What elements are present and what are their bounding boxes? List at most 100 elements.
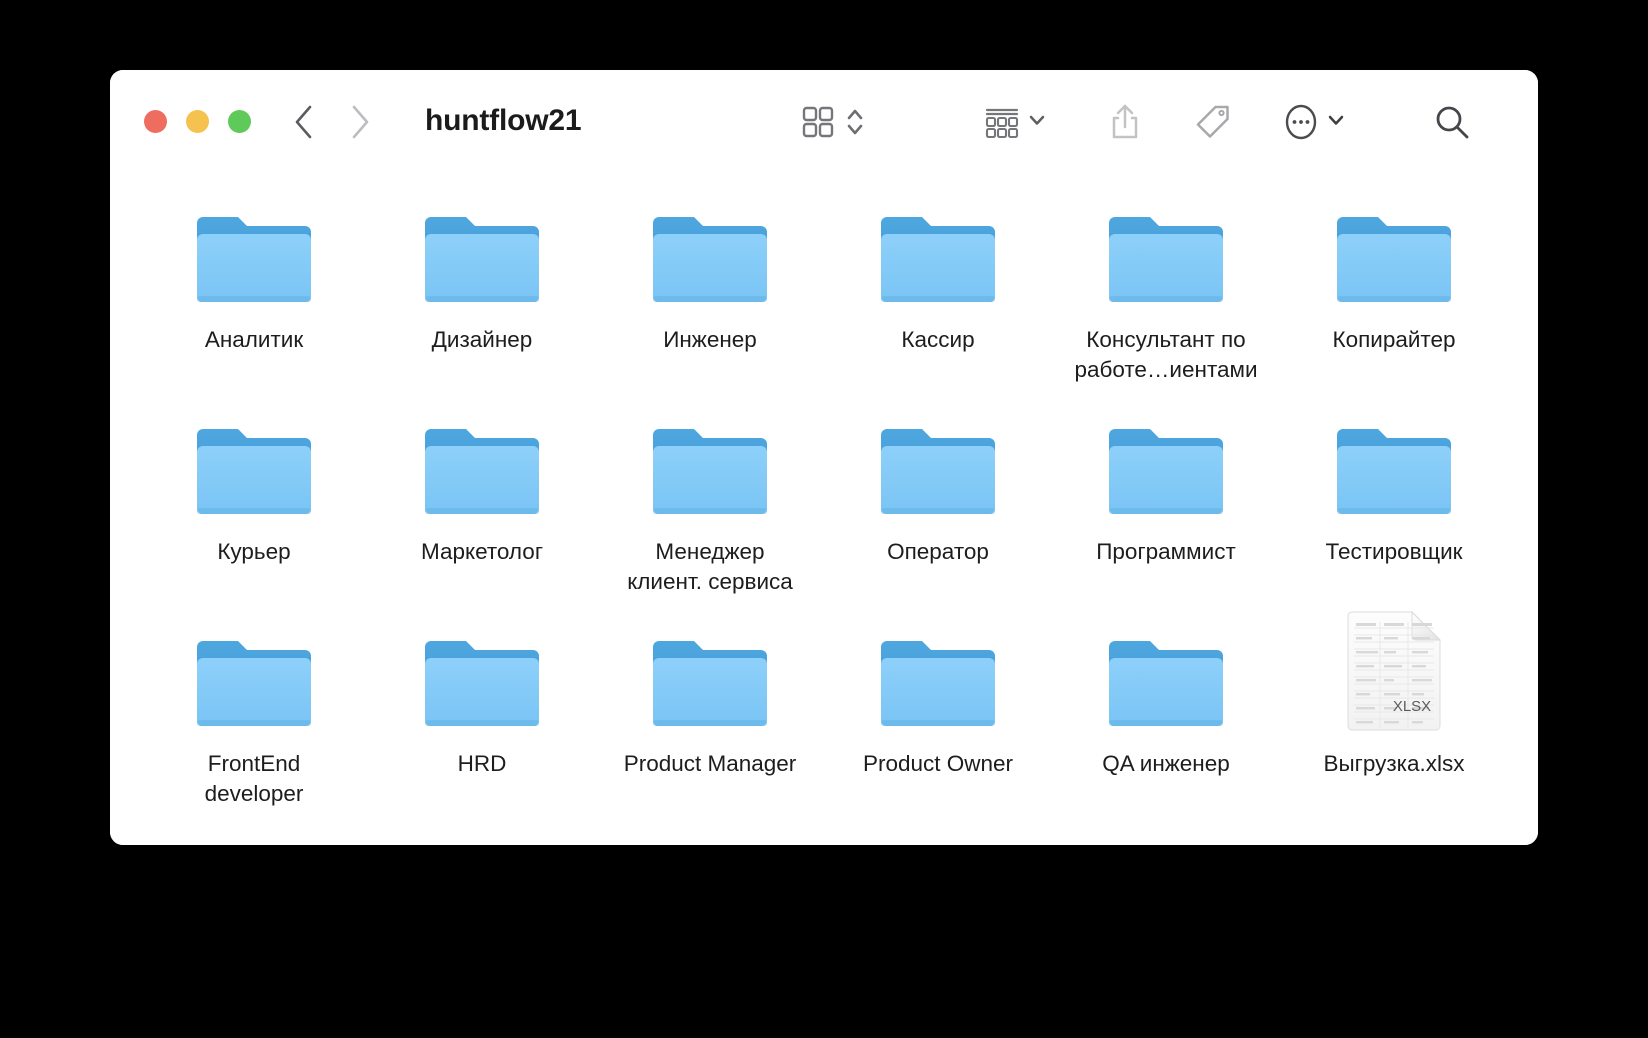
folder-icon <box>1109 217 1223 302</box>
item-label: Дизайнер <box>431 327 533 352</box>
folder-icon <box>425 429 539 514</box>
item-label: HRD <box>457 751 507 776</box>
item-label: Тестировщик <box>1325 539 1463 564</box>
item-label: Кассир <box>901 327 975 352</box>
item-label: Курьер <box>217 539 291 564</box>
icon-container <box>193 628 315 732</box>
folder-item[interactable]: Product Owner <box>824 620 1052 832</box>
folder-item[interactable]: Инженер <box>596 196 824 408</box>
desktop-background: huntflow21 Аналитик Дизайнер Инженер Кас… <box>0 0 1648 1038</box>
search-control <box>1433 103 1471 141</box>
window-titlebar: huntflow21 <box>110 70 1538 174</box>
file-item[interactable]: XLSX Выгрузка.xlsx <box>1280 610 1508 832</box>
item-label: Product Owner <box>862 751 1014 776</box>
grid-view-icon[interactable] <box>800 104 836 140</box>
chevron-up-down-icon[interactable] <box>845 103 865 141</box>
folder-item[interactable]: QA инженер <box>1052 620 1280 832</box>
folder-icon <box>653 217 767 302</box>
folder-icon <box>197 217 311 302</box>
folder-icon <box>653 429 767 514</box>
folder-item[interactable]: Product Manager <box>596 620 824 832</box>
item-label: QA инженер <box>1102 751 1230 776</box>
icon-container <box>649 416 771 520</box>
share-control <box>1108 102 1142 142</box>
item-label: Программист <box>1096 539 1236 564</box>
folder-icon <box>881 217 995 302</box>
forward-button[interactable] <box>349 103 371 141</box>
folder-item[interactable]: FrontEnd developer <box>140 620 368 832</box>
finder-window: huntflow21 Аналитик Дизайнер Инженер Кас… <box>110 70 1538 845</box>
folder-item[interactable]: Менеджер клиент. сервиса <box>596 408 824 620</box>
icon-container <box>1105 416 1227 520</box>
icon-container <box>193 204 315 308</box>
item-label: Инженер <box>663 327 757 352</box>
icon-container <box>1105 204 1227 308</box>
folder-item[interactable]: Консультант по работе…иентами <box>1052 196 1280 408</box>
icon-container <box>421 204 543 308</box>
item-label: Выгрузка.xlsx <box>1323 751 1465 776</box>
folder-icon <box>881 429 995 514</box>
icon-container <box>1333 204 1455 308</box>
item-label: Маркетолог <box>420 539 544 564</box>
close-button[interactable] <box>144 110 167 133</box>
icon-container <box>877 204 999 308</box>
icon-container <box>649 628 771 732</box>
group-by-control <box>983 104 1046 140</box>
item-label: Копирайтер <box>1332 327 1456 352</box>
ellipsis-circle-icon[interactable] <box>1282 102 1320 142</box>
view-mode-controls <box>800 103 865 141</box>
group-list-icon[interactable] <box>983 104 1021 140</box>
folder-item[interactable]: Аналитик <box>140 196 368 408</box>
chevron-down-icon[interactable] <box>1327 111 1345 134</box>
folder-item[interactable]: Маркетолог <box>368 408 596 620</box>
chevron-down-icon[interactable] <box>1028 111 1046 134</box>
file-browser-content: Аналитик Дизайнер Инженер Кассир Консуль… <box>110 174 1538 845</box>
folder-icon <box>1109 429 1223 514</box>
folder-icon <box>653 641 767 726</box>
xlsx-file-icon: XLSX <box>1347 610 1442 731</box>
folder-item[interactable]: Копирайтер <box>1280 196 1508 408</box>
icon-container <box>877 628 999 732</box>
item-label: Аналитик <box>204 327 304 352</box>
icon-container <box>421 416 543 520</box>
icon-container <box>649 204 771 308</box>
window-toolbar <box>800 100 1471 144</box>
item-label: Product Manager <box>623 751 797 776</box>
traffic-light-buttons <box>144 110 251 133</box>
minimize-button[interactable] <box>186 110 209 133</box>
icon-container <box>421 628 543 732</box>
item-label: Консультант по работе…иентами <box>1074 327 1258 382</box>
more-actions-control <box>1282 102 1345 142</box>
item-label: FrontEnd developer <box>204 751 304 806</box>
folder-icon <box>197 641 311 726</box>
navigation-buttons <box>293 103 371 141</box>
folder-item[interactable]: Тестировщик <box>1280 408 1508 620</box>
folder-item[interactable]: Кассир <box>824 196 1052 408</box>
icon-container <box>1105 628 1227 732</box>
folder-item[interactable]: Курьер <box>140 408 368 620</box>
maximize-button[interactable] <box>228 110 251 133</box>
share-upload-icon[interactable] <box>1108 102 1142 142</box>
folder-item[interactable]: HRD <box>368 620 596 832</box>
search-icon[interactable] <box>1433 103 1471 141</box>
folder-icon <box>197 429 311 514</box>
item-label: Оператор <box>887 539 989 564</box>
icon-container: XLSX <box>1333 610 1455 732</box>
folder-item[interactable]: Программист <box>1052 408 1280 620</box>
page-title: huntflow21 <box>425 104 582 137</box>
folder-icon <box>1109 641 1223 726</box>
folder-icon <box>1337 217 1451 302</box>
folder-item[interactable]: Дизайнер <box>368 196 596 408</box>
tags-control <box>1194 103 1232 141</box>
folder-icon <box>425 217 539 302</box>
folder-icon <box>1337 429 1451 514</box>
file-grid: Аналитик Дизайнер Инженер Кассир Консуль… <box>140 196 1508 832</box>
folder-item[interactable]: Оператор <box>824 408 1052 620</box>
back-button[interactable] <box>293 103 315 141</box>
icon-container <box>877 416 999 520</box>
icon-container <box>193 416 315 520</box>
tag-icon[interactable] <box>1194 103 1232 141</box>
item-label: Менеджер клиент. сервиса <box>627 539 793 594</box>
folder-icon <box>425 641 539 726</box>
icon-container <box>1333 416 1455 520</box>
